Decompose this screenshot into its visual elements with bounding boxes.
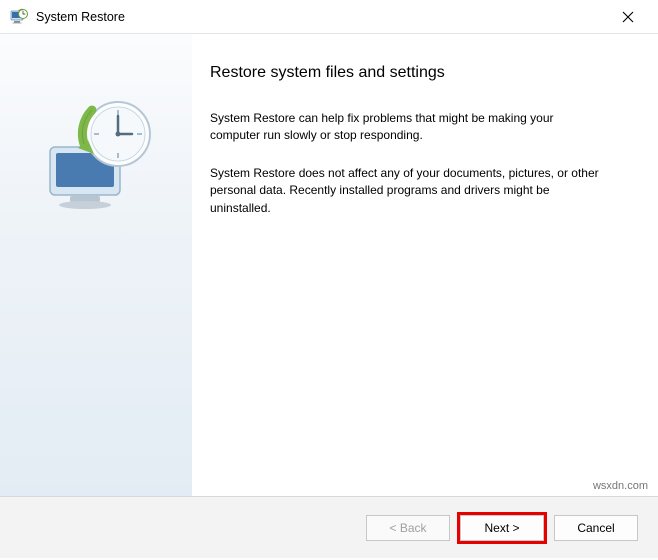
watermark-text: wsxdn.com [593, 480, 648, 492]
window-title: System Restore [36, 10, 125, 24]
next-button[interactable]: Next > [460, 515, 544, 541]
close-button[interactable] [608, 4, 648, 30]
button-footer: < Back Next > Cancel [0, 496, 658, 558]
back-button: < Back [366, 515, 450, 541]
description-paragraph-2: System Restore does not affect any of yo… [210, 165, 600, 217]
content-area: Restore system files and settings System… [0, 34, 658, 496]
page-heading: Restore system files and settings [210, 64, 618, 82]
main-panel: Restore system files and settings System… [192, 34, 658, 496]
description-paragraph-1: System Restore can help fix problems tha… [210, 110, 600, 145]
restore-graphic-icon [40, 92, 160, 212]
cancel-button[interactable]: Cancel [554, 515, 638, 541]
system-restore-icon [10, 8, 28, 26]
titlebar: System Restore [0, 0, 658, 34]
sidebar [0, 34, 192, 496]
